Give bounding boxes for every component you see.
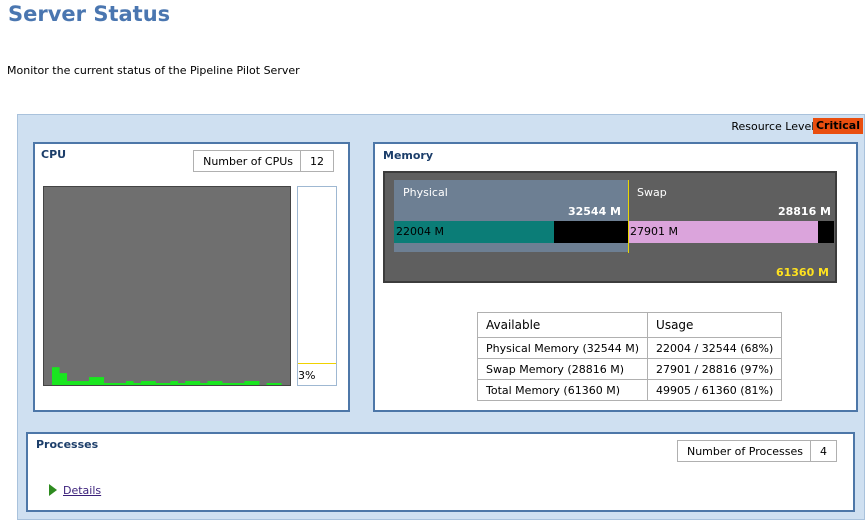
processes-panel-title: Processes [36, 438, 99, 451]
memory-panel-title: Memory [383, 149, 434, 162]
memory-table-cell: Physical Memory (32544 M) [476, 337, 649, 359]
swap-memory-used-label: 27901 M [630, 225, 678, 238]
cpu-history-bar [251, 381, 260, 385]
memory-usage-bar: 22004 M 27901 M [394, 221, 834, 243]
resource-level-badge: Critical [812, 118, 863, 134]
cpu-count-label: Number of CPUs [194, 151, 301, 171]
cpu-history-bar [126, 381, 134, 385]
memory-table-cell: 22004 / 32544 (68%) [647, 337, 783, 359]
cpu-history-bar [229, 383, 238, 385]
cpu-count-value: 12 [310, 154, 324, 168]
cpu-history-bar [155, 383, 164, 385]
cpu-history-bar [52, 367, 60, 385]
cpu-history-bar [266, 383, 275, 385]
cpu-history-bar [170, 381, 178, 385]
cpu-history-bar [133, 383, 141, 385]
cpu-history-bar [111, 383, 119, 385]
processes-panel: Processes Number of Processes 4 Details [26, 432, 855, 512]
physical-memory-label: Physical [403, 186, 448, 199]
cpu-usage-level-line [298, 363, 336, 364]
memory-table-header-available: Available [476, 312, 649, 338]
cpu-history-bar [274, 383, 282, 385]
swap-memory-label: Swap [637, 186, 667, 199]
process-count-box: Number of Processes 4 [676, 440, 837, 462]
cpu-history-bar [237, 383, 245, 385]
cpu-history-bar [81, 381, 90, 385]
cpu-history-bar [118, 383, 127, 385]
details-link[interactable]: Details [63, 484, 101, 497]
cpu-history-bar [207, 381, 215, 385]
cpu-history-bar [244, 381, 252, 385]
table-row: Swap Memory (28816 M) 27901 / 28816 (97%… [476, 358, 783, 380]
cpu-history-bar [214, 381, 223, 385]
memory-table-header-usage: Usage [647, 312, 783, 338]
cpu-panel: CPU Number of CPUs 12 3% [33, 142, 350, 412]
cpu-history-bar [89, 377, 97, 385]
memory-table: Available Usage Physical Memory (32544 M… [476, 312, 783, 401]
memory-grand-total: 61360 M [775, 266, 829, 279]
process-count-value: 4 [820, 444, 827, 458]
physical-memory-total: 32544 M [567, 205, 621, 218]
memory-graph: Physical 32544 M Swap 28816 M 22004 M 27… [383, 171, 837, 283]
table-row: Total Memory (61360 M) 49905 / 61360 (81… [476, 379, 783, 401]
process-count-label: Number of Processes [678, 441, 811, 461]
cpu-history-bar [192, 381, 201, 385]
page-description: Monitor the current status of the Pipeli… [7, 64, 300, 77]
resource-level-label: Resource Level: [731, 120, 818, 133]
cpu-history-bar [222, 383, 230, 385]
cpu-panel-title: CPU [41, 148, 67, 161]
cpu-history-bar [177, 383, 186, 385]
cpu-history-bar [140, 381, 149, 385]
cpu-history-bar [185, 381, 193, 385]
memory-panel: Memory Physical 32544 M Swap 28816 M 220… [373, 142, 858, 412]
cpu-count-box: Number of CPUs 12 [193, 150, 334, 172]
cpu-history-bar [163, 383, 171, 385]
cpu-history-bar [74, 381, 82, 385]
cpu-usage-percent: 3% [298, 369, 316, 382]
expand-arrow-icon[interactable] [49, 484, 57, 496]
status-container: Resource Level: Critical CPU Number of C… [17, 114, 865, 520]
cpu-history-bar [103, 383, 112, 385]
cpu-history-bar [200, 383, 208, 385]
memory-table-header: Available Usage [476, 312, 783, 338]
cpu-history-chart [52, 367, 282, 385]
cpu-history-bar [66, 381, 75, 385]
memory-split-line [628, 180, 629, 253]
memory-table-cell: 49905 / 61360 (81%) [647, 379, 783, 401]
cpu-history-bar [59, 373, 67, 385]
physical-memory-used-label: 22004 M [396, 225, 444, 238]
cpu-history-bar [96, 377, 104, 385]
cpu-history-graph [43, 186, 291, 386]
memory-table-cell: 27901 / 28816 (97%) [647, 358, 783, 380]
swap-memory-total: 28816 M [777, 205, 831, 218]
cpu-usage-meter [297, 186, 337, 386]
memory-table-cell: Total Memory (61360 M) [476, 379, 649, 401]
page-title: Server Status [8, 2, 171, 26]
memory-table-cell: Swap Memory (28816 M) [476, 358, 649, 380]
cpu-history-bar [148, 381, 156, 385]
table-row: Physical Memory (32544 M) 22004 / 32544 … [476, 337, 783, 359]
